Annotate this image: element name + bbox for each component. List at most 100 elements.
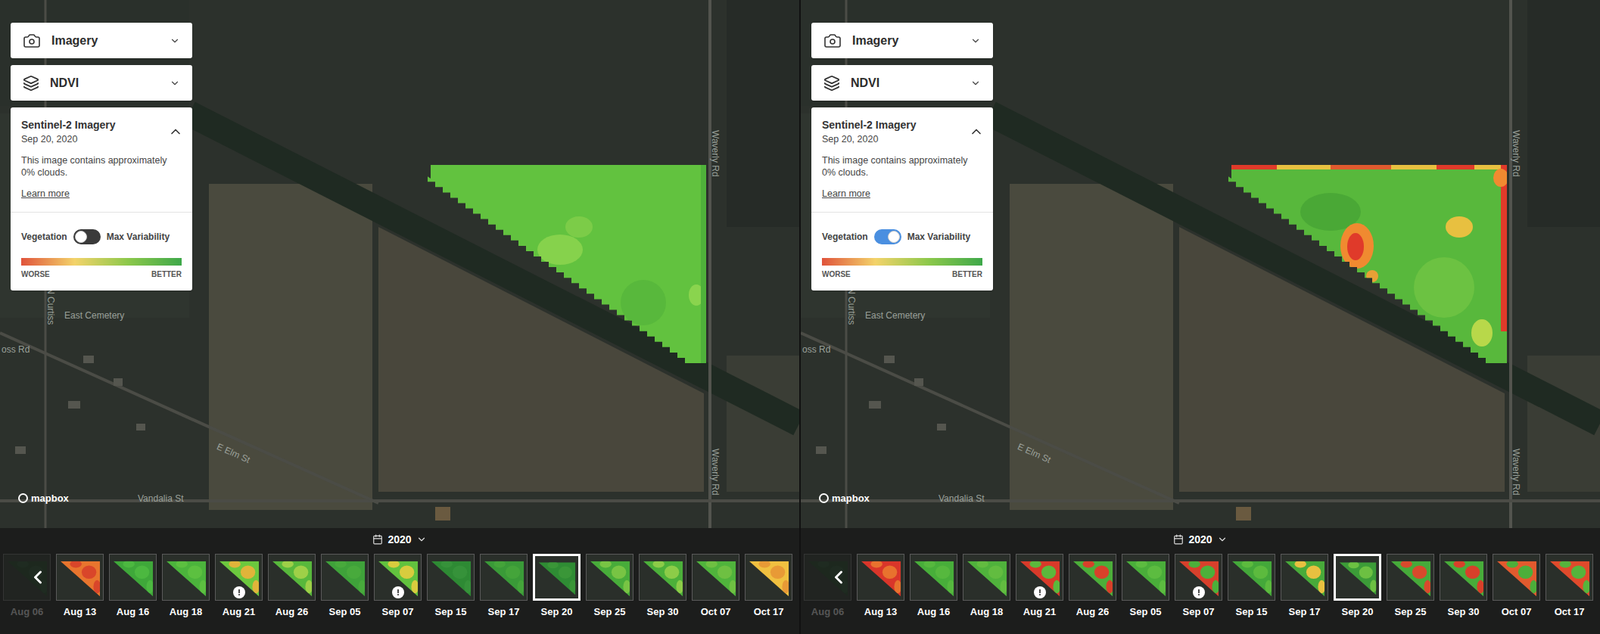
timeline-thumbnail[interactable]: Aug 13 (56, 554, 104, 620)
dropdown[interactable]: Imagery (811, 22, 993, 59)
timeline-thumbnail[interactable]: Sep 17 (1280, 554, 1329, 620)
thumbnail-image (535, 556, 579, 599)
thumbnail-label: Oct 17 (753, 604, 785, 620)
timeline-thumbnail[interactable]: Sep 30 (1439, 554, 1488, 620)
thumbnail-image (857, 554, 904, 601)
vegetation-label: Vegetation (21, 230, 68, 244)
calendar-icon (372, 534, 383, 545)
timeline-thumbnail[interactable]: Aug 26 (1068, 554, 1117, 620)
thumbnail-image (1228, 554, 1275, 601)
collapse-button[interactable] (968, 124, 984, 140)
thumbnail-label: Sep 17 (1288, 604, 1321, 620)
dropdown-label: Imagery (51, 31, 159, 50)
map-label: Waverly Rd (1510, 130, 1522, 178)
thumbnail-image (1440, 554, 1487, 601)
thumbnail-image (1281, 554, 1328, 601)
map-label: Vandalia St (137, 493, 184, 505)
timeline-thumbnail[interactable]: Aug 16 (909, 554, 958, 620)
dropdown[interactable]: Imagery (10, 22, 193, 59)
year-selector[interactable]: 2020 (800, 531, 1600, 548)
dropdown[interactable]: NDVI (10, 65, 193, 101)
learn-more-link[interactable]: Learn more (21, 187, 182, 200)
chevron-down-icon (169, 35, 181, 47)
cloud-warning-icon (233, 586, 246, 599)
timeline-thumbnail[interactable]: Sep 05 (1121, 554, 1170, 620)
thumbnail-label: Sep 30 (1447, 604, 1480, 620)
scroll-left-button[interactable] (27, 566, 49, 589)
thumbnail-label: Sep 15 (1235, 604, 1268, 620)
thumbnail-image (56, 554, 103, 601)
card-date: Sep 20, 2020 (21, 133, 182, 146)
timeline-thumbnail[interactable]: Aug 26 (267, 554, 316, 620)
legend-high: BETTER (952, 268, 983, 281)
thumbnail-label: Aug 16 (116, 604, 150, 620)
mapbox-logo-icon (818, 493, 829, 504)
timeline-thumbnail[interactable]: Sep 15 (426, 554, 475, 620)
variability-toggle[interactable] (874, 229, 902, 245)
dropdown[interactable]: NDVI (811, 65, 993, 101)
chevron-up-icon (168, 124, 184, 140)
timeline-thumbnail[interactable]: Sep 25 (585, 554, 634, 620)
timeline-thumbnail[interactable]: Oct 17 (1545, 554, 1594, 620)
max-variability-label: Max Variability (106, 230, 170, 244)
timeline-thumbnail[interactable]: Aug 16 (108, 554, 157, 620)
timeline-thumbnail[interactable]: Oct 07 (1492, 554, 1541, 620)
thumbnail-label: Sep 05 (1129, 604, 1162, 620)
timeline-thumbnail[interactable]: Aug 13 (856, 554, 905, 620)
cloud-warning-icon (1192, 586, 1205, 599)
imagery-card: Sentinel-2 ImagerySep 20, 2020This image… (811, 107, 993, 291)
thumbnail-label: Sep 25 (1394, 604, 1427, 620)
timeline-thumbnail[interactable]: Sep 30 (638, 554, 687, 620)
timeline-thumbnail[interactable]: Oct 07 (691, 554, 740, 620)
timeline-thumbnail[interactable]: Aug 21 (214, 554, 263, 620)
learn-more-link[interactable]: Learn more (821, 187, 983, 200)
map-label: East Cemetery (64, 310, 125, 321)
thumbnail-label: Oct 07 (1501, 604, 1532, 620)
thumbnail-image (1546, 554, 1593, 601)
thumbnail-image (692, 554, 739, 601)
calendar-icon (1173, 534, 1184, 545)
timeline-thumbnail[interactable]: Sep 20 (532, 554, 581, 620)
map-label: oss Rd (1, 344, 30, 355)
ndvi-overlay (423, 158, 712, 371)
thumbnail-strip: Aug 06 Aug 13Aug 16Aug 18Aug 21Aug 26 Sep … (800, 554, 1600, 620)
timeline-thumbnail[interactable]: Aug 18 (161, 554, 210, 620)
timeline-thumbnail[interactable]: Sep 20 (1333, 554, 1382, 620)
thumbnail-image (745, 554, 792, 601)
chevron-down-icon (169, 77, 181, 89)
timeline-thumbnail[interactable]: Sep 15 (1227, 554, 1276, 620)
thumbnail-image (480, 554, 527, 601)
timeline-thumbnail[interactable]: Sep 05 (320, 554, 369, 620)
app: Waverly RdWaverly RdN CurtissEast Cemete… (0, 0, 1600, 634)
chevron-down-icon (1217, 534, 1228, 545)
chevron-down-icon (970, 77, 981, 89)
camera-icon (823, 31, 842, 50)
layers-icon (823, 74, 841, 92)
card-date: Sep 20, 2020 (821, 133, 983, 146)
timeline-thumbnail[interactable]: Sep 07 (1174, 554, 1223, 620)
thumbnail-image (963, 554, 1010, 601)
chevron-up-icon (968, 124, 984, 140)
map-panel: Waverly RdWaverly RdN CurtissEast Cemete… (0, 0, 800, 634)
thumbnail-label: Aug 06 (811, 604, 844, 620)
thumbnail-label: Aug 21 (222, 604, 256, 620)
thumbnail-image (321, 554, 368, 601)
timeline-thumbnail[interactable]: Oct 17 (744, 554, 793, 620)
timeline-thumbnail[interactable]: Aug 18 (962, 554, 1011, 620)
legend-low: WORSE (21, 268, 50, 281)
vegetation-label: Vegetation (821, 230, 869, 244)
thumbnail-label: Sep 15 (435, 604, 467, 620)
thumbnail-image (1069, 554, 1116, 601)
legend-bar (21, 258, 182, 266)
timeline-thumbnail[interactable]: Aug 21 (1015, 554, 1064, 620)
collapse-button[interactable] (168, 124, 184, 140)
thumbnail-label: Sep 05 (329, 604, 362, 620)
year-selector[interactable]: 2020 (0, 531, 800, 548)
legend-bar (821, 258, 983, 266)
layers-icon (22, 74, 40, 92)
variability-toggle[interactable] (73, 229, 101, 245)
timeline-thumbnail[interactable]: Sep 25 (1386, 554, 1435, 620)
timeline-thumbnail[interactable]: Sep 07 (373, 554, 422, 620)
scroll-left-button[interactable] (828, 566, 850, 589)
timeline-thumbnail[interactable]: Sep 17 (479, 554, 528, 620)
